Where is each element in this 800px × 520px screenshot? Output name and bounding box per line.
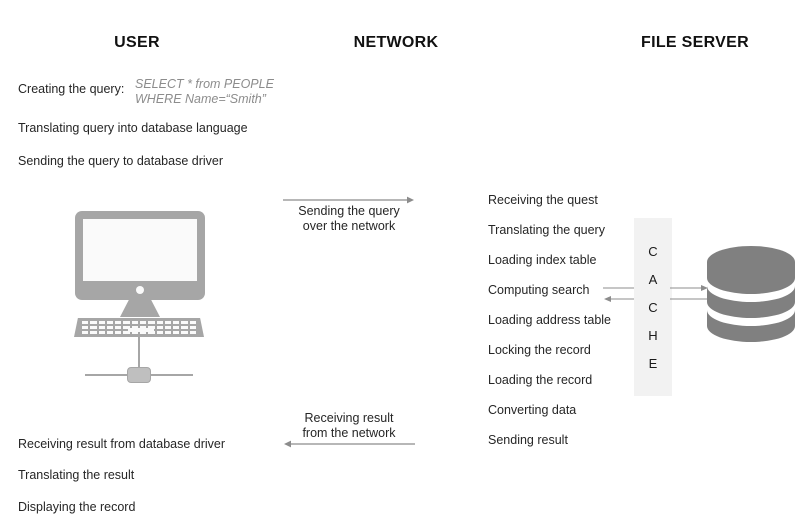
monitor-stand <box>120 300 160 317</box>
user-step-sending-query: Sending the query to database driver <box>18 154 223 168</box>
keyboard-spacebar <box>128 328 154 332</box>
cache-box: C A C H E <box>634 218 672 396</box>
user-step-receiving-result: Receiving result from database driver <box>18 437 226 451</box>
server-step-2: Translating the query <box>488 223 605 237</box>
server-step-8: Converting data <box>488 403 577 417</box>
server-step-9: Sending result <box>488 433 568 447</box>
diagram-canvas: USER NETWORK FILE SERVER Creating the qu… <box>0 0 800 520</box>
user-step-creating-query-label: Creating the query: <box>18 82 125 96</box>
arrow-label-outbound-line-1: Sending the query <box>298 204 400 218</box>
cache-letter-4: H <box>648 327 658 343</box>
sql-query-line-2: WHERE Name=“Smith” <box>135 92 266 106</box>
column-title-user: USER <box>114 34 160 51</box>
cache-letter-2: A <box>648 271 658 287</box>
network-cable-vertical <box>138 337 140 370</box>
column-title-file-server: FILE SERVER <box>641 34 749 51</box>
column-title-network: NETWORK <box>353 34 439 51</box>
cache-letter-3: C <box>648 299 658 315</box>
server-step-4: Computing search <box>488 283 590 297</box>
server-step-3: Loading index table <box>488 253 597 267</box>
user-step-translating-result: Translating the result <box>18 468 135 482</box>
arrow-label-outbound-line-2: over the network <box>302 219 396 233</box>
arrow-label-inbound-line-1: Receiving result <box>304 411 394 425</box>
server-step-1: Receiving the quest <box>488 193 598 207</box>
user-step-translating-query: Translating query into database language <box>18 121 248 135</box>
network-node-icon <box>127 367 151 383</box>
arrow-cache-to-database <box>670 285 708 300</box>
monitor-screen <box>83 219 197 281</box>
sql-query-line-1: SELECT * from PEOPLE <box>135 77 274 91</box>
server-step-6: Locking the record <box>488 343 591 357</box>
server-step-7: Loading the record <box>488 373 593 387</box>
arrow-server-to-cache <box>603 287 637 302</box>
cache-letter-1: C <box>648 243 658 259</box>
arrow-inbound-to-user <box>284 440 415 448</box>
cache-letter-5: E <box>648 355 658 371</box>
user-step-displaying-record: Displaying the record <box>18 500 136 514</box>
database-cylinder-icon <box>707 246 795 342</box>
server-step-5: Loading address table <box>488 313 612 327</box>
monitor-power-dot <box>136 286 144 294</box>
